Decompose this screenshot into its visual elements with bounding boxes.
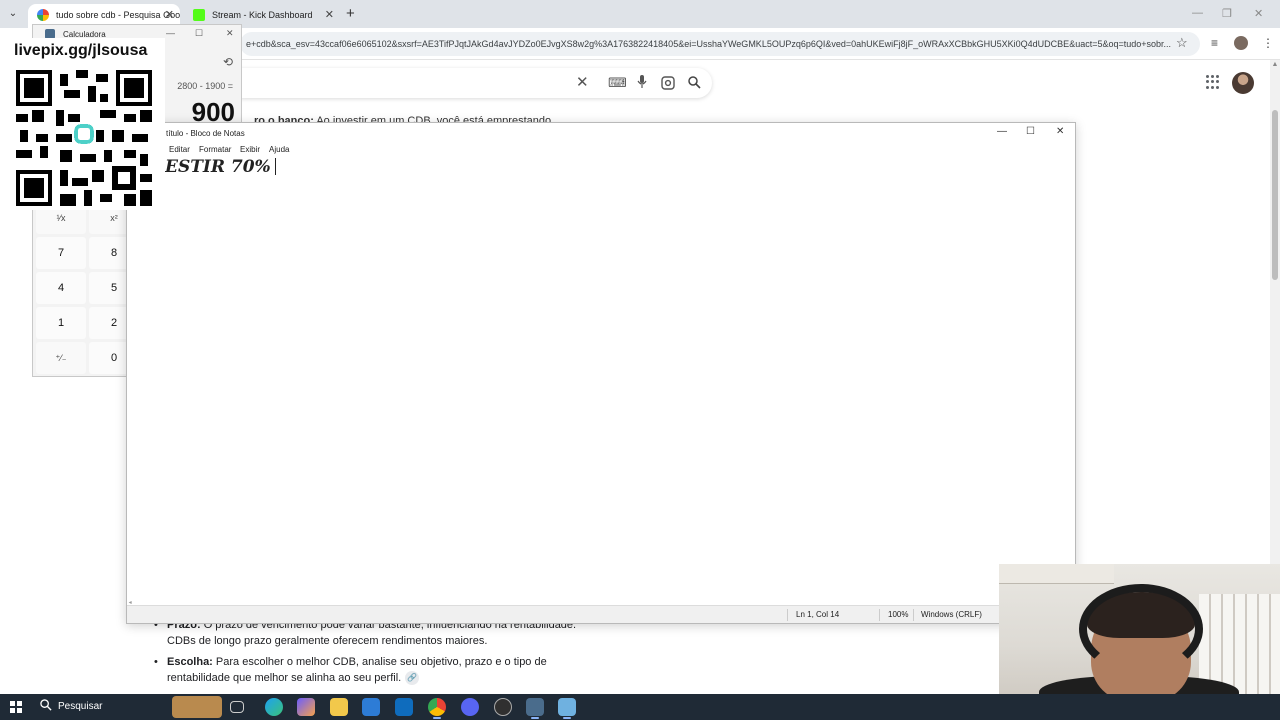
menu-ajuda[interactable]: Ajuda: [269, 145, 289, 154]
close-window-icon[interactable]: ✕: [1254, 7, 1263, 20]
history-icon[interactable]: ⟲: [223, 55, 233, 69]
calc-expression: 2800 - 1900 =: [177, 81, 233, 91]
close-tab-icon[interactable]: ✕: [325, 4, 334, 26]
task-view-icon[interactable]: [230, 701, 244, 713]
bookmark-star-icon[interactable]: ☆: [1176, 35, 1188, 51]
negate-button[interactable]: ⁺⁄₋: [36, 342, 86, 374]
headset-icon: [1079, 584, 1203, 674]
google-icon: [37, 9, 49, 21]
kick-icon: [193, 9, 205, 21]
tab-title: Stream - Kick Dashboard: [212, 10, 313, 20]
digit-4-button[interactable]: 4: [36, 272, 86, 304]
tab-media-icon[interactable]: ≡: [1211, 36, 1218, 50]
maximize-icon[interactable]: ☐: [1026, 126, 1035, 137]
menu-exibir[interactable]: Exibir: [240, 145, 260, 154]
cursor-position: Ln 1, Col 14: [796, 610, 840, 619]
link-icon[interactable]: 🔗: [405, 671, 420, 686]
keyboard-icon[interactable]: ⌨: [608, 75, 627, 91]
scroll-up-icon[interactable]: ▲: [1271, 61, 1279, 68]
menu-kebab-icon[interactable]: ⋮: [1262, 36, 1274, 50]
maximize-icon[interactable]: ☐: [195, 28, 203, 39]
browser-window-controls: — ❐ ✕: [1170, 0, 1280, 28]
google-lens-icon[interactable]: [661, 76, 675, 90]
notepad-content: ESTIR 70%: [165, 157, 271, 177]
obs-icon[interactable]: [494, 698, 512, 716]
notepad-vertical-scrollbar[interactable]: [1067, 157, 1075, 601]
avatar[interactable]: [1232, 72, 1254, 94]
tab-title: tudo sobre cdb - Pesquisa Goo: [56, 10, 180, 20]
microphone-icon[interactable]: [637, 75, 647, 89]
google-search-box[interactable]: ✕ ⌨: [240, 68, 712, 98]
discord-icon[interactable]: [461, 698, 479, 716]
webcam-feed: [999, 564, 1280, 700]
profile-icon[interactable]: [1234, 36, 1248, 50]
digit-1-button[interactable]: 1: [36, 307, 86, 339]
close-icon[interactable]: ✕: [1056, 126, 1064, 137]
minimize-icon[interactable]: —: [1192, 7, 1203, 19]
menu-formatar[interactable]: Formatar: [199, 145, 231, 154]
menu-editar[interactable]: Editar: [169, 145, 190, 154]
file-explorer-icon[interactable]: [330, 698, 348, 716]
address-bar[interactable]: e+cdb&sca_esv=43ccaf06e6065102&sxsrf=AE3…: [240, 32, 1200, 56]
notepad-text-area[interactable]: ESTIR 70%: [165, 157, 276, 177]
search-icon[interactable]: [40, 699, 52, 711]
mail-icon[interactable]: [395, 698, 413, 716]
tab-search-chevron-icon[interactable]: ⌄: [5, 6, 21, 22]
qr-code-icon: [16, 70, 152, 206]
new-tab-button[interactable]: +: [346, 5, 355, 22]
notepad-status-bar: Ln 1, Col 14 100% Windows (CRLF): [127, 605, 1075, 623]
chrome-icon[interactable]: [428, 698, 446, 719]
widgets-icon[interactable]: [172, 696, 222, 718]
restore-icon[interactable]: ❐: [1222, 7, 1232, 20]
minimize-icon[interactable]: —: [997, 126, 1007, 137]
edge-icon[interactable]: [265, 698, 283, 716]
close-tab-icon[interactable]: ✕: [165, 4, 174, 26]
minimize-icon[interactable]: —: [166, 28, 175, 38]
calculator-icon[interactable]: [526, 698, 544, 719]
close-icon[interactable]: ✕: [226, 28, 234, 39]
taskbar: Pesquisar: [0, 694, 1280, 720]
zoom-level: 100%: [888, 610, 909, 619]
notepad-icon[interactable]: [558, 698, 576, 719]
search-icon[interactable]: [688, 76, 701, 89]
copilot-icon[interactable]: [297, 698, 315, 716]
overlay-url: livepix.gg/jlsousa: [14, 42, 148, 59]
digit-7-button[interactable]: 7: [36, 237, 86, 269]
apps-grid-icon[interactable]: [1206, 75, 1220, 89]
windows-start-icon[interactable]: [10, 701, 22, 713]
line-endings: Windows (CRLF): [921, 610, 982, 619]
notepad-window: título - Bloco de Notas — ☐ ✕ Editar For…: [126, 122, 1076, 624]
search-result-list: Prazo: O prazo de vencimento pode variar…: [152, 617, 592, 691]
list-item: Escolha: Para escolher o melhor CDB, ana…: [152, 654, 592, 686]
taskbar-search[interactable]: Pesquisar: [58, 701, 102, 712]
clear-search-icon[interactable]: ✕: [576, 73, 589, 91]
store-icon[interactable]: [362, 698, 380, 716]
text-caret: [274, 158, 276, 175]
notepad-title: título - Bloco de Notas: [166, 129, 245, 138]
